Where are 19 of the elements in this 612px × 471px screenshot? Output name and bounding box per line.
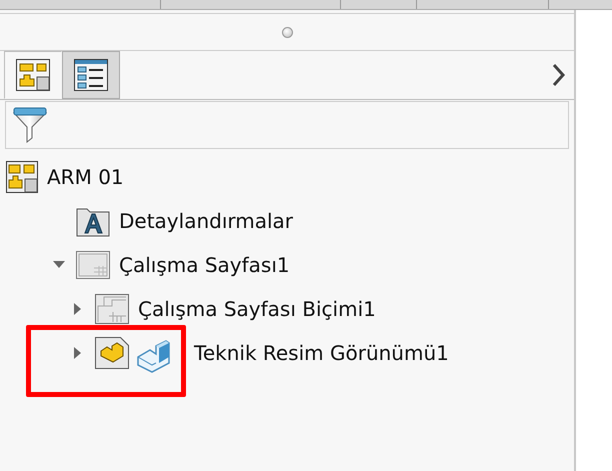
tree-item-label[interactable]: Detaylandırmalar [119, 209, 294, 233]
collapsed-caret-icon[interactable] [74, 347, 82, 359]
property-tab[interactable] [62, 51, 120, 99]
tree-item-label[interactable]: ARM 01 [47, 165, 124, 189]
tree-item-label[interactable]: Çalışma Sayfası1 [119, 253, 290, 277]
part-view-icon [95, 337, 129, 369]
chevron-right-icon[interactable] [552, 63, 566, 87]
filter-icon[interactable] [13, 107, 47, 143]
splitter-handle[interactable] [282, 26, 292, 38]
sheet-icon [76, 251, 110, 279]
list-icon [74, 59, 108, 91]
drawing-icon [6, 161, 38, 193]
collapsed-caret-icon[interactable] [74, 303, 82, 315]
tree-item-label[interactable]: Çalışma Sayfası Biçimi1 [138, 297, 376, 321]
feature-tree-tab[interactable] [4, 51, 62, 99]
tree-item-label[interactable]: Teknik Resim Görünümü1 [194, 341, 449, 365]
tree-structure-icon [16, 59, 50, 91]
expanded-caret-icon[interactable] [53, 261, 65, 269]
sheet-format-icon [95, 294, 129, 324]
